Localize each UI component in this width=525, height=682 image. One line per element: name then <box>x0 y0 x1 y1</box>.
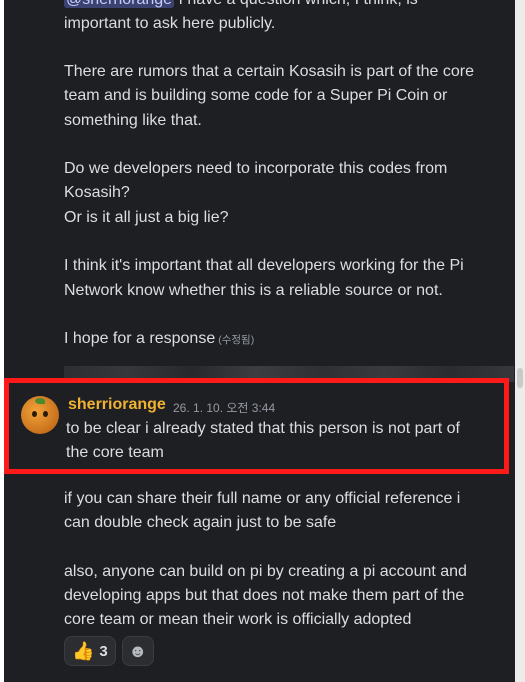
message-line: Do we developers need to incorporate thi… <box>64 160 448 177</box>
message-line: if you can share their full name or any … <box>64 490 461 507</box>
add-reaction-button[interactable]: ☻ <box>121 636 154 666</box>
message-line: There are rumors that a certain Kosasih … <box>64 63 474 80</box>
message-line: Or is it all just a big lie? <box>64 209 229 226</box>
reactions-bar: 👍 3 ☻ <box>64 636 154 666</box>
message-line: Network know whether this is a reliable … <box>64 282 443 299</box>
highlighted-message[interactable]: sherriorange 26. 1. 10. 오전 3:44 to be cl… <box>4 378 509 474</box>
message-line: Kosasih? <box>64 184 130 201</box>
message-line: something like that. <box>64 112 202 129</box>
timestamp: 26. 1. 10. 오전 3:44 <box>173 401 276 415</box>
message-text: I have a question which, I think, is <box>174 0 418 8</box>
message-line: I think it's important that all develope… <box>64 257 464 274</box>
thumbs-up-icon: 👍 <box>72 641 95 661</box>
reaction-thumbs-up[interactable]: 👍 3 <box>64 636 116 666</box>
message-line: also, anyone can build on pi by creating… <box>64 563 467 580</box>
scrollbar-thumb[interactable] <box>517 368 523 388</box>
leaf-decoration <box>35 398 45 404</box>
message-line: core team or mean their work is official… <box>64 611 412 628</box>
message-line: important to ask here publicly. <box>64 15 276 32</box>
message-line: to be clear i already stated that this p… <box>66 420 460 437</box>
avatar[interactable] <box>21 396 59 434</box>
message-body: @sherriorange I have a question which, I… <box>64 0 504 13</box>
reaction-count: 3 <box>99 642 108 660</box>
user-mention[interactable]: @sherriorange <box>64 0 175 8</box>
avatar-eye <box>43 411 48 417</box>
edited-label: (수정됨) <box>218 334 255 346</box>
message-line: team and is building some code for a Sup… <box>64 87 448 104</box>
message-line: the core team <box>66 444 164 461</box>
message-line: can double check again just to be safe <box>64 514 337 531</box>
message-text: I hope for a response <box>64 330 216 347</box>
author-name[interactable]: sherriorange <box>68 396 166 414</box>
avatar-eye <box>32 411 37 417</box>
add-reaction-icon: ☻ <box>128 641 148 661</box>
scrollbar[interactable] <box>515 0 525 682</box>
message-line: I hope for a response (수정됨) <box>64 327 504 353</box>
chat-panel: @sherriorange I have a question which, I… <box>4 0 515 682</box>
message-line: developing apps but that does not make t… <box>64 587 465 604</box>
